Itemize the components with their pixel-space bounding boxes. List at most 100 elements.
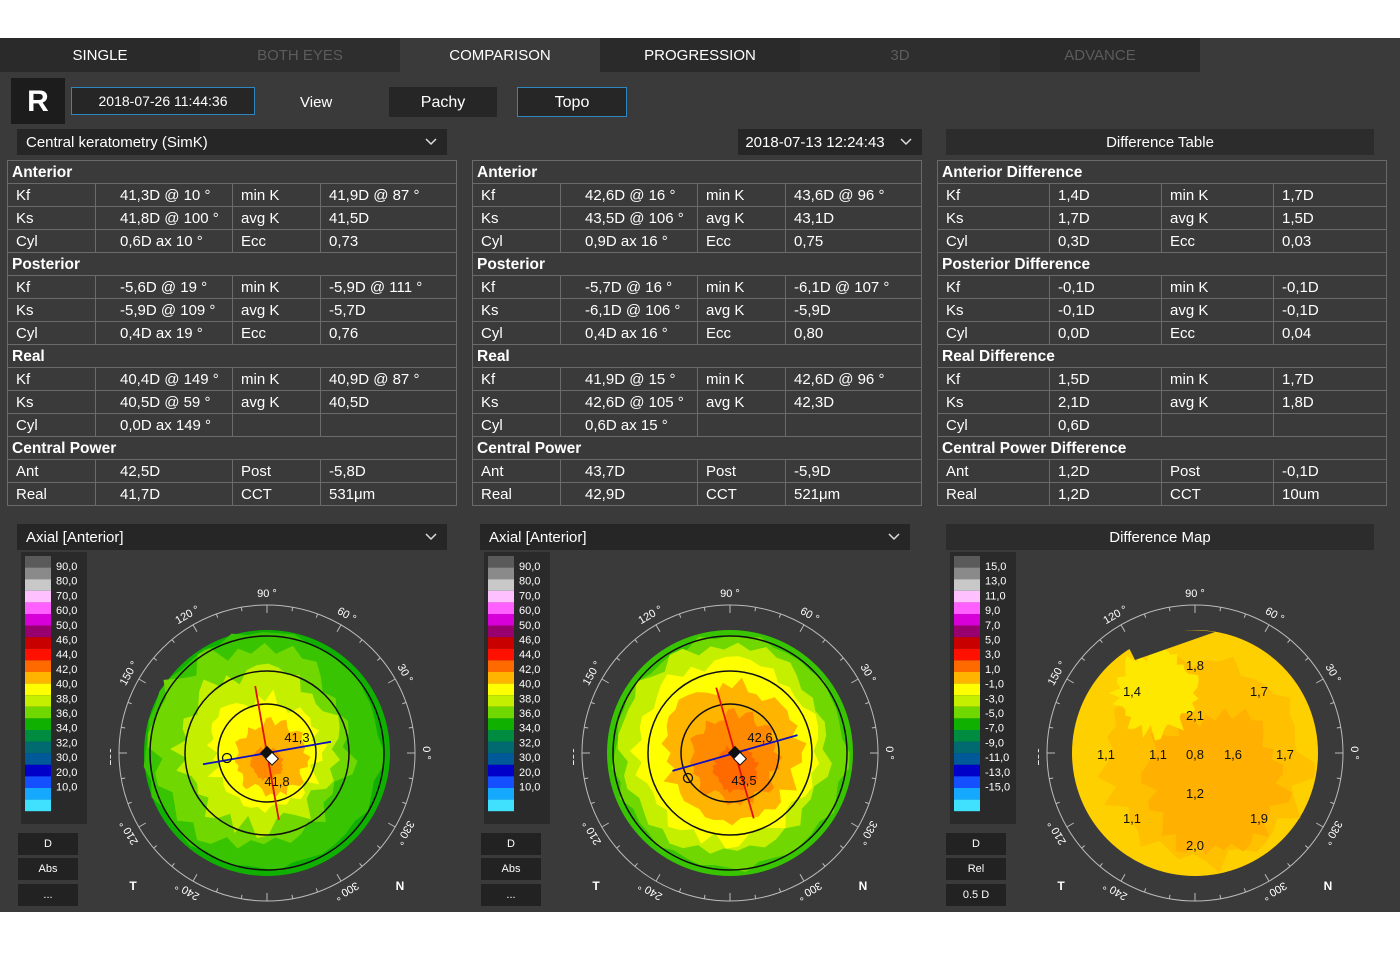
middle-unit-button[interactable]: D (481, 833, 541, 855)
scale-label: -7,0 (985, 723, 1004, 735)
row-label-2: min K (232, 367, 321, 391)
row-label: Cyl (472, 321, 561, 345)
angle-tick (584, 726, 589, 729)
angle-tick (778, 613, 782, 618)
difference-map-header: Difference Map (946, 524, 1374, 550)
scale-label: 13,0 (985, 576, 1006, 588)
angle-tick (1049, 726, 1054, 729)
compare-date-dropdown[interactable]: 2018-07-13 12:24:43 (738, 129, 922, 155)
tab-progression[interactable]: PROGRESSION (600, 38, 800, 72)
right-unit-button[interactable]: D (946, 833, 1006, 855)
row-label: Cyl (7, 413, 96, 437)
right-step-button[interactable]: 0.5 D (946, 884, 1006, 906)
angle-label: 240 ° (1101, 879, 1129, 902)
tab-both-eyes[interactable]: BOTH EYES (200, 38, 400, 72)
row-label: Ant (937, 459, 1050, 483)
angle-tick (703, 607, 706, 612)
section-title: Central Power Difference (936, 436, 1388, 460)
row-value-2: -0,1D (1272, 298, 1388, 322)
row-value: 42,5D (95, 459, 233, 483)
angle-tick (655, 873, 661, 882)
tab-single[interactable]: SINGLE (0, 38, 200, 72)
scale-swatch (954, 788, 980, 800)
angle-label: 30 ° (395, 662, 415, 685)
row-value-2: 1,8D (1272, 390, 1388, 414)
scale-label: 1,0 (985, 664, 1000, 676)
angle-label: 60 ° (335, 605, 358, 625)
left-unit-button[interactable]: D (18, 833, 78, 855)
table-row: Kf 1,5D min K 1,7D (937, 367, 1388, 391)
row-label-2: Ecc (232, 321, 321, 345)
keratometry-mode-dropdown[interactable]: Central keratometry (SimK) (17, 129, 447, 155)
eye-indicator: R (11, 78, 65, 124)
middle-map-type-dropdown[interactable]: Axial [Anterior] (480, 524, 910, 550)
left-more-button[interactable]: ... (18, 884, 78, 906)
scale-label: 11,0 (985, 590, 1006, 602)
row-value: 0,4D ax 16 ° (560, 321, 698, 345)
row-label-2: Post (1161, 459, 1274, 483)
tab-3d[interactable]: 3D (800, 38, 1000, 72)
angle-tick (240, 894, 243, 899)
scale-label: 30,0 (519, 752, 540, 764)
right-rel-button[interactable]: Rel (946, 858, 1006, 880)
difference-table: Anterior Difference Kf 1,4D min K 1,7D Ks 1,7D… (936, 160, 1388, 506)
row-label: Real (7, 482, 96, 506)
middle-abs-button[interactable]: Abs (481, 858, 541, 880)
angle-tick (1055, 801, 1060, 805)
angle-tick (127, 701, 132, 705)
angle-tick (387, 678, 396, 684)
row-value: 2,1D (1049, 390, 1162, 414)
table-row: Kf -5,6D @ 19 ° min K -5,9D @ 111 ° (7, 275, 458, 299)
scale-swatch (488, 579, 514, 591)
angle-tick (336, 873, 342, 882)
angle-tick (153, 845, 158, 849)
scale-label: 5,0 (985, 635, 1000, 647)
row-label: Cyl (472, 229, 561, 253)
scale-swatch (25, 602, 51, 614)
exam-date-selector[interactable]: 2018-07-26 11:44:36 (71, 87, 255, 115)
pachy-button[interactable]: Pachy (389, 87, 497, 117)
table-row: Ks -5,9D @ 109 ° avg K -5,7D (7, 298, 458, 322)
left-axial-map[interactable]: 90 °60 °30 °0 °330 °300 °270 °240 °210 °… (110, 553, 445, 903)
row-label: Cyl (937, 321, 1050, 345)
map-value-label: 41,8 (264, 774, 289, 789)
scale-swatch (488, 788, 514, 800)
scale-label: 20,0 (519, 767, 540, 779)
tab-comparison[interactable]: COMPARISON (400, 38, 600, 72)
left-map-type-dropdown[interactable]: Axial [Anterior] (17, 524, 447, 550)
row-value: 0,9D ax 16 ° (560, 229, 698, 253)
angle-tick (240, 607, 243, 612)
left-abs-button[interactable]: Abs (18, 858, 78, 880)
topo-button[interactable]: Topo (517, 87, 627, 117)
scale-swatch (25, 753, 51, 765)
table-row: Kf 1,4D min K 1,7D (937, 183, 1388, 207)
tab-advance[interactable]: ADVANCE (1000, 38, 1200, 72)
row-value: 42,9D (560, 482, 698, 506)
angle-tick (121, 777, 126, 780)
map-value-label: 43,5 (731, 773, 756, 788)
scale-label: 34,0 (519, 723, 540, 735)
nasal-label: N (1324, 879, 1333, 893)
table-row: Ks -0,1D avg K -0,1D (937, 298, 1388, 322)
angle-tick (865, 801, 870, 805)
angle-tick (1049, 777, 1054, 780)
row-label: Cyl (937, 229, 1050, 253)
table-row: Ks -6,1D @ 106 ° avg K -5,9D (472, 298, 923, 322)
angle-tick (359, 862, 363, 867)
middle-axial-map[interactable]: 90 °60 °30 °0 °330 °300 °270 °240 °210 °… (573, 553, 908, 903)
scale-label: 42,0 (519, 664, 540, 676)
scale-label: 42,0 (56, 664, 77, 676)
map-value-label: 1,6 (1224, 747, 1242, 762)
angle-label: 300 ° (332, 879, 360, 902)
row-value: 41,8D @ 100 ° (95, 206, 233, 230)
row-label-2: avg K (697, 298, 786, 322)
tab-bar: SINGLE BOTH EYES COMPARISON PROGRESSION … (0, 38, 1400, 72)
row-value-2: -5,9D @ 111 ° (319, 275, 458, 299)
scale-label: 90,0 (56, 561, 77, 573)
row-label: Kf (937, 183, 1050, 207)
row-label: Ks (472, 390, 561, 414)
angle-tick (1264, 873, 1270, 882)
map-value-label: 41,3 (284, 730, 309, 745)
difference-map[interactable]: 90 °60 °30 °0 °330 °300 °270 °240 °210 °… (1038, 553, 1373, 903)
middle-more-button[interactable]: ... (481, 884, 541, 906)
